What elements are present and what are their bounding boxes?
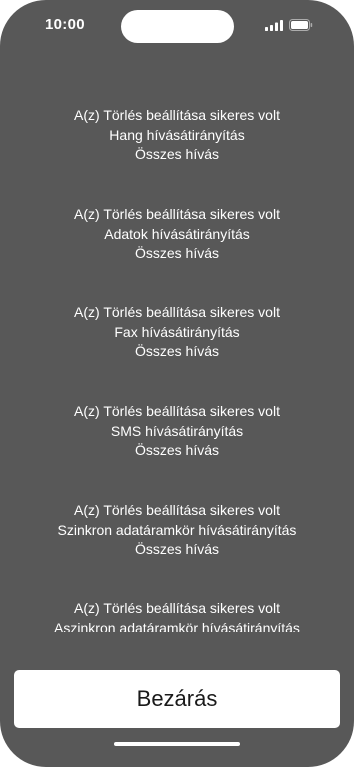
close-button[interactable]: Bezárás [14,670,340,728]
message-service-text: Hang hívásátirányítás [109,126,245,143]
status-time: 10:00 [45,16,85,33]
cellular-signal-icon [265,20,283,31]
message-status-text: A(z) Törlés beállítása sikeres volt [74,502,280,518]
message-service-text: Aszinkron adatáramkör hívásátirányítás [54,619,300,633]
message-status-text: A(z) Törlés beállítása sikeres volt [74,403,280,419]
list-item: A(z) Törlés beállítása sikeres volt Adat… [0,205,354,264]
message-status-text: A(z) Törlés beállítása sikeres volt [74,600,280,616]
phone-screen: 10:00 A(z) Törlés beállítása sikeres vol… [0,0,354,767]
status-bar: 10:00 [0,0,354,52]
message-status-text: A(z) Törlés beállítása sikeres volt [74,206,280,222]
list-item: A(z) Törlés beállítása sikeres volt Fax … [0,303,354,362]
message-condition-text: Összes hívás [134,343,220,359]
message-status-text: A(z) Törlés beállítása sikeres volt [74,107,280,123]
message-list[interactable]: A(z) Törlés beállítása sikeres volt Hang… [0,104,354,632]
message-service-text: SMS hívásátirányítás [110,422,244,439]
list-item: A(z) Törlés beállítása sikeres volt Aszi… [0,599,354,632]
message-service-text: Adatok hívásátirányítás [104,225,250,242]
message-condition-text: Összes hívás [134,442,220,458]
battery-icon [289,19,313,31]
message-condition-text: Összes hívás [134,146,220,162]
list-item: A(z) Törlés beállítása sikeres volt Hang… [0,106,354,165]
dynamic-island [121,10,234,43]
message-service-text: Fax hívásátirányítás [114,323,240,340]
list-item: A(z) Törlés beállítása sikeres volt SMS … [0,402,354,461]
home-indicator[interactable] [114,742,240,746]
message-condition-text: Összes hívás [134,541,220,557]
list-item: A(z) Törlés beállítása sikeres volt Szin… [0,501,354,560]
message-status-text: A(z) Törlés beállítása sikeres volt [74,304,280,320]
message-condition-text: Összes hívás [134,245,220,261]
message-service-text: Szinkron adatáramkör hívásátirányítás [57,521,297,538]
